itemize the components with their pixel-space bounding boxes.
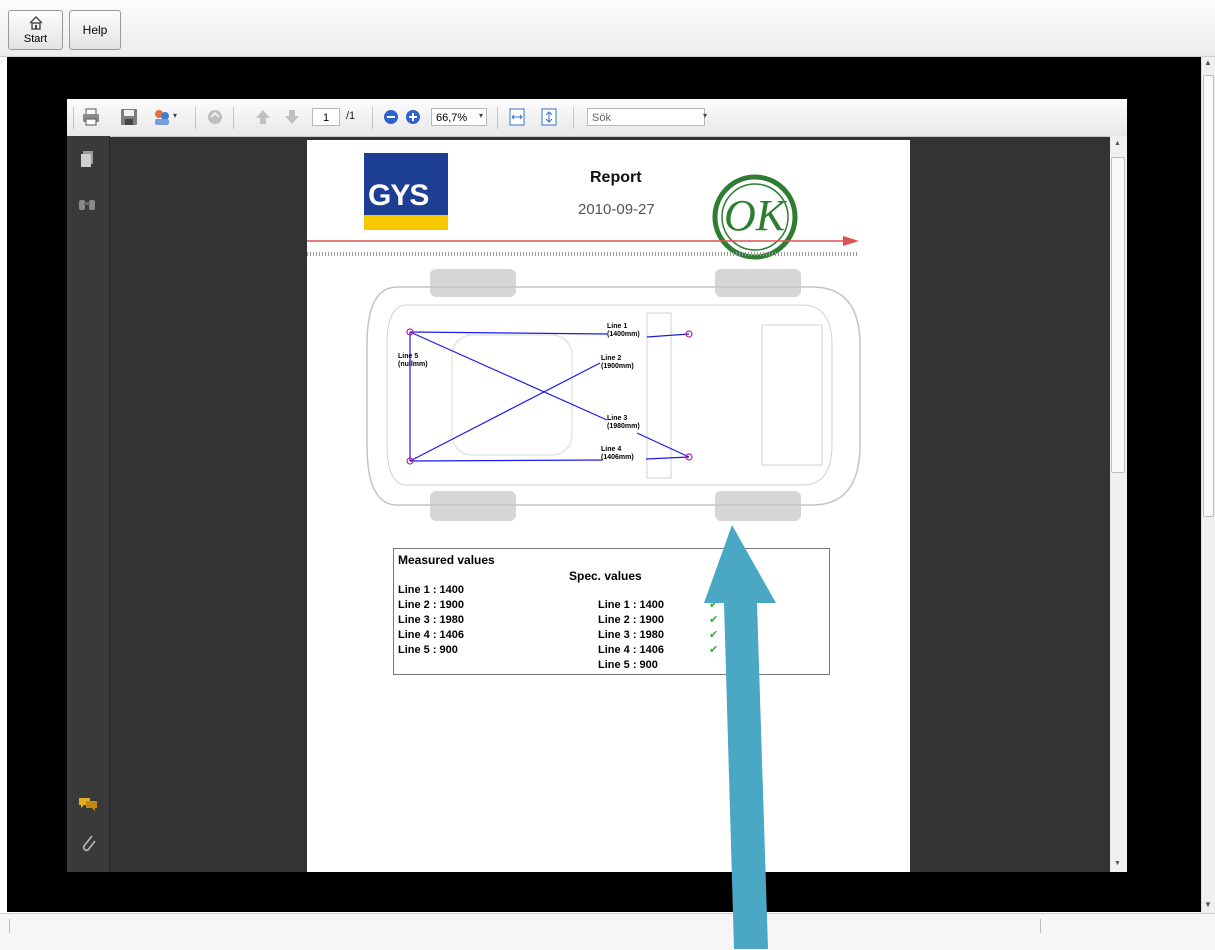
zoom-out-icon[interactable] — [381, 107, 401, 127]
spec-item: Line 1 : 1400 — [598, 599, 665, 611]
measured-item: Line 5 : 900 — [398, 644, 458, 656]
pdf-toolbar: ▾ 1 /1 66,7% ▾ Sök ▾ — [67, 99, 1127, 137]
home-icon — [29, 16, 43, 30]
chevron-down-icon[interactable]: ▾ — [173, 111, 177, 120]
line-label-5: Line 5 (nullmm) — [398, 353, 428, 368]
start-label: Start — [23, 33, 48, 45]
scroll-up-arrow-icon[interactable]: ▲ — [1204, 58, 1212, 67]
spec-item: Line 5 : 900 — [598, 659, 658, 671]
measured-item: Line 4 : 1406 — [398, 629, 465, 641]
measured-item: Line 2 : 1900 — [398, 599, 465, 611]
gys-logo: GYS — [364, 153, 448, 230]
share-people-icon[interactable] — [152, 107, 172, 127]
page-number-input[interactable]: 1 — [312, 108, 340, 126]
zoom-in-icon[interactable] — [403, 107, 423, 127]
comments-icon[interactable] — [78, 796, 98, 812]
search-input[interactable]: Sök — [587, 108, 705, 126]
status-bar — [0, 913, 1215, 950]
measurement-ruler — [307, 236, 859, 256]
spec-list: Line 1 : 1400 Line 2 : 1900 Line 3 : 198… — [598, 598, 664, 673]
spec-item: Line 2 : 1900 — [598, 614, 665, 626]
search-dropdown-icon[interactable]: ▾ — [703, 111, 707, 120]
binoculars-icon[interactable] — [78, 197, 96, 211]
measured-list: Line 1 : 1400 Line 2 : 1900 Line 3 : 198… — [398, 583, 464, 658]
start-button[interactable]: Start — [8, 10, 63, 50]
page-total: /1 — [346, 110, 356, 122]
report-date: 2010-09-27 — [578, 201, 655, 218]
measured-item: Line 1 : 1400 — [398, 584, 465, 596]
report-title: Report — [590, 169, 642, 186]
attachment-icon[interactable] — [79, 832, 97, 854]
outer-scroll-thumb[interactable] — [1203, 75, 1214, 517]
fit-width-icon[interactable] — [507, 107, 527, 127]
line-label-3: Line 3 (1980mm) — [607, 415, 640, 430]
print-icon[interactable] — [81, 107, 101, 127]
line-label-4: Line 4 (1406mm) — [601, 446, 634, 461]
spec-header: Spec. values — [569, 569, 642, 583]
car-diagram — [366, 269, 861, 521]
pages-icon[interactable] — [79, 150, 95, 168]
spec-item: Line 3 : 1980 — [598, 629, 665, 641]
side-panel — [67, 136, 110, 872]
search-placeholder: Sök — [592, 112, 611, 124]
fit-page-icon[interactable] — [539, 107, 559, 127]
app-toolbar — [0, 0, 1215, 57]
sign-icon[interactable] — [205, 107, 225, 127]
line-label-1: Line 1 (1400mm) — [607, 323, 640, 338]
help-button[interactable]: Help — [69, 10, 121, 50]
line-label-2: Line 2 (1900mm) — [601, 355, 634, 370]
measured-header: Measured values — [398, 553, 495, 567]
pdf-scroll-thumb[interactable] — [1111, 157, 1125, 473]
pdf-page: GYS Report 2010-09-27 OK Line 1 (1400mm)… — [307, 140, 910, 872]
save-icon[interactable] — [119, 107, 139, 127]
spec-item: Line 4 : 1406 — [598, 644, 665, 656]
arrow-down-icon[interactable] — [282, 107, 302, 127]
arrow-up-icon[interactable] — [253, 107, 273, 127]
zoom-dropdown-icon[interactable]: ▾ — [479, 111, 483, 120]
pdf-scroll-down-icon[interactable]: ▼ — [1114, 860, 1121, 867]
pdf-scroll-up-icon[interactable]: ▲ — [1114, 140, 1121, 147]
annotation-arrow — [704, 525, 776, 949]
scroll-down-arrow-icon[interactable]: ▼ — [1204, 900, 1212, 909]
measured-item: Line 3 : 1980 — [398, 614, 465, 626]
